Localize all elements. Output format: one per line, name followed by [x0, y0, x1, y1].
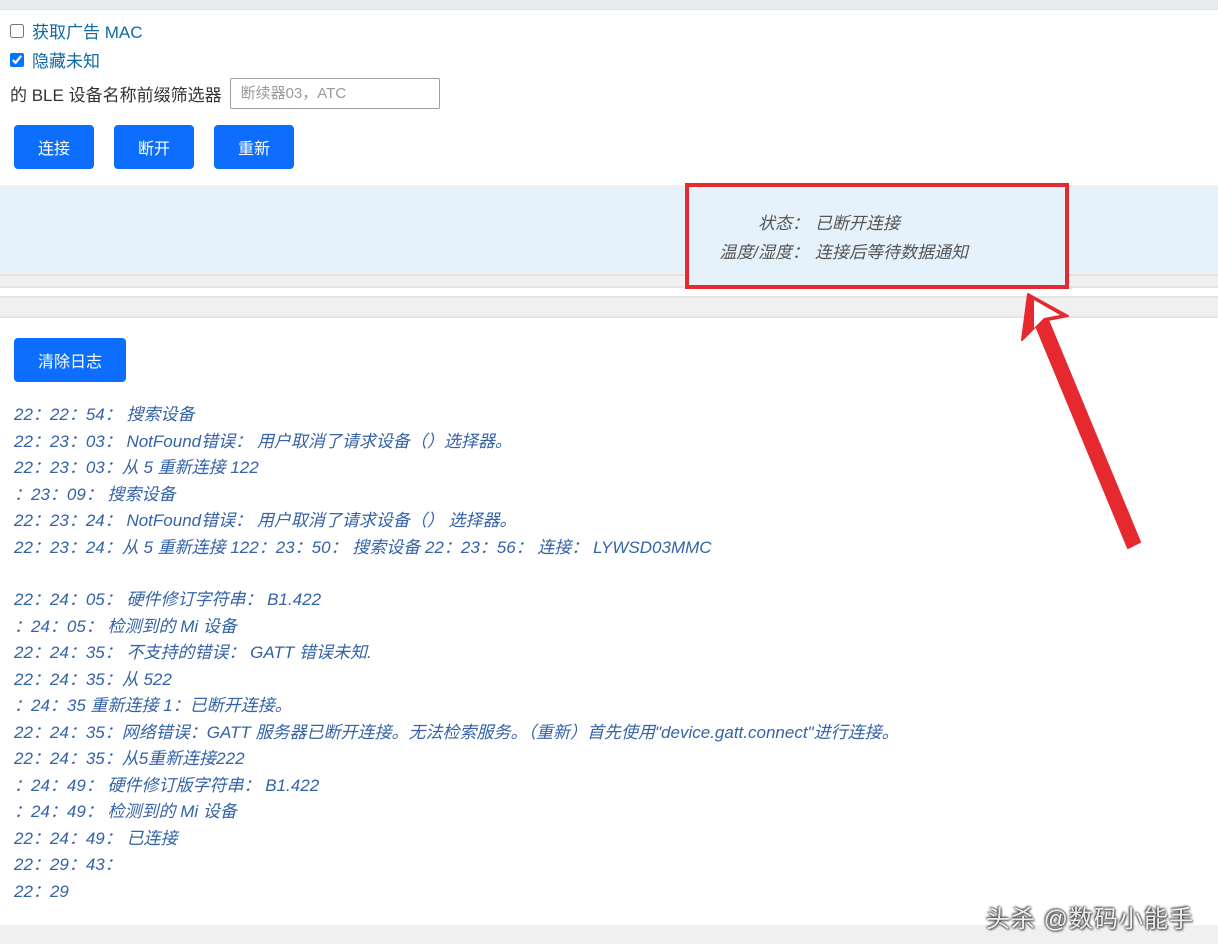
refresh-button[interactable]: 重新: [214, 125, 294, 169]
hide-unknown-label: 隐藏未知: [32, 47, 100, 72]
log-line: ：24：49： 检测到的 Mi 设备: [14, 799, 1204, 826]
divider-2: [0, 296, 1218, 318]
log-block-1: 22：22：54： 搜索设备22：23：03： NotFound错误： 用户取消…: [14, 402, 1204, 561]
log-line: 22：29：43：: [14, 852, 1204, 879]
status-temp-value: 连接后等待数据通知: [815, 238, 968, 263]
log-line: 22：23：03： NotFound错误： 用户取消了请求设备（）选择器。: [14, 429, 1204, 456]
log-line: ：24：35 重新连接 1：已断开连接。: [14, 693, 1204, 720]
log-line: 22：23：03：从 5 重新连接 122: [14, 455, 1204, 482]
filter-input[interactable]: [230, 78, 440, 109]
status-state-value: 已断开连接: [815, 209, 900, 234]
get-adv-mac-checkbox[interactable]: [10, 24, 24, 38]
status-highlight-box: 状态： 已断开连接 温度/湿度： 连接后等待数据通知: [685, 183, 1069, 289]
disconnect-button[interactable]: 断开: [114, 125, 194, 169]
status-temp-label: 温度/湿度：: [709, 238, 809, 263]
log-section: 清除日志 22：22：54： 搜索设备22：23：03： NotFound错误：…: [0, 318, 1218, 925]
connect-button[interactable]: 连接: [14, 125, 94, 169]
status-temp-line: 温度/湿度： 连接后等待数据通知: [709, 238, 1045, 263]
status-state-line: 状态： 已断开连接: [709, 209, 1045, 234]
log-line: 22：24：35：从 522: [14, 667, 1204, 694]
log-line: 22：22：54： 搜索设备: [14, 402, 1204, 429]
filter-label: 的 BLE 设备名称前缀筛选器: [10, 81, 222, 106]
status-box: 状态： 已断开连接 温度/湿度： 连接后等待数据通知: [0, 187, 1218, 272]
options-section: 获取广告 MAC 隐藏未知 的 BLE 设备名称前缀筛选器 连接 断开 重新: [0, 10, 1218, 185]
log-line: ：23：09： 搜索设备: [14, 482, 1204, 509]
hide-unknown-checkbox[interactable]: [10, 53, 24, 67]
hide-unknown-row: 隐藏未知: [10, 47, 1208, 72]
filter-row: 的 BLE 设备名称前缀筛选器: [10, 78, 1208, 109]
log-line: 22：24：49： 已连接: [14, 826, 1204, 853]
spacer-1: [0, 288, 1218, 296]
log-gap: [14, 561, 1204, 587]
log-line: 22：24：35： 不支持的错误： GATT 错误未知.: [14, 640, 1204, 667]
log-content: 22：22：54： 搜索设备22：23：03： NotFound错误： 用户取消…: [14, 402, 1204, 905]
clear-log-button[interactable]: 清除日志: [14, 338, 126, 382]
log-line: 22：24：35：从5重新连接222: [14, 746, 1204, 773]
get-adv-mac-label: 获取广告 MAC: [32, 18, 143, 43]
log-line: 22：24：35：网络错误：GATT 服务器已断开连接。无法检索服务。（重新）首…: [14, 720, 1204, 747]
log-line: 22：24：05： 硬件修订字符串： B1.422: [14, 587, 1204, 614]
log-line: 22：23：24： NotFound错误： 用户取消了请求设备（） 选择器。: [14, 508, 1204, 535]
log-line: ：24：05： 检测到的 Mi 设备: [14, 614, 1204, 641]
log-line: 22：23：24：从 5 重新连接 122：23：50： 搜索设备 22：23：…: [14, 535, 1204, 562]
log-line: ：24：49： 硬件修订版字符串： B1.422: [14, 773, 1204, 800]
get-adv-mac-row: 获取广告 MAC: [10, 18, 1208, 43]
button-row: 连接 断开 重新: [10, 121, 1208, 181]
watermark: 头杀 @数码小能手: [986, 899, 1194, 934]
status-state-label: 状态：: [709, 209, 809, 234]
log-block-2: 22：24：05： 硬件修订字符串： B1.422：24：05： 检测到的 Mi…: [14, 587, 1204, 905]
top-bar: [0, 0, 1218, 10]
